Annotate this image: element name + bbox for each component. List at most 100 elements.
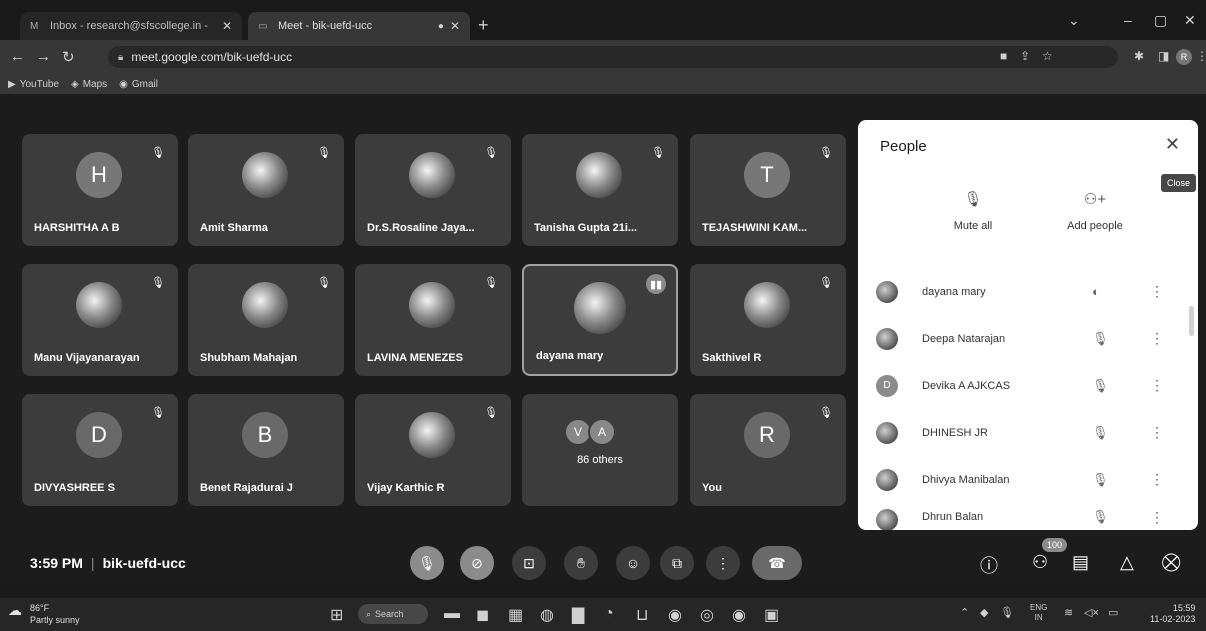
taskbar-search[interactable]: ⌕ Search [358, 604, 428, 624]
bookmark-maps[interactable]: ◈ Maps [71, 79, 107, 90]
more-options-button[interactable]: ⋮ [706, 546, 740, 580]
clock[interactable]: 15:59 11-02-2023 [1150, 603, 1195, 625]
participant-tile[interactable]: 🎙︎ Shubham Mahajan [188, 264, 344, 376]
address-bar[interactable]: 🔒︎ meet.google.com/bik-uefd-ucc [108, 46, 1118, 68]
chrome-active-icon[interactable]: ◉ [732, 605, 746, 625]
avatar [744, 282, 790, 328]
more-options-icon[interactable]: ⋮ [1150, 283, 1164, 300]
forward-icon[interactable]: → [36, 48, 51, 65]
self-tile[interactable]: 🎙︎ R You [690, 394, 846, 506]
close-icon[interactable]: ✕ [1165, 134, 1180, 155]
tray-app-icon[interactable]: ◆ [980, 606, 988, 619]
participant-tile[interactable]: 🎙︎ Vijay Karthic R [355, 394, 511, 506]
whatsapp-icon[interactable]: ◎ [700, 605, 714, 625]
participant-name: You [702, 482, 722, 494]
participant-tile[interactable]: B Benet Rajadurai J [188, 394, 344, 506]
avatar: R [744, 412, 790, 458]
chevron-up-icon[interactable]: ⌃ [960, 606, 969, 619]
task-view-icon[interactable]: ▬ [444, 605, 460, 623]
avatar: D [76, 412, 122, 458]
chat-icon[interactable]: ▤ [1072, 552, 1089, 573]
tab-search-icon[interactable]: ⌄ [1068, 12, 1080, 29]
extensions-icon[interactable]: ✱ [1134, 49, 1144, 63]
list-item[interactable]: DHINESH JR 🎙︎ ⋮ [858, 409, 1198, 456]
file-explorer-icon[interactable]: ▇ [572, 605, 584, 625]
weather-widget[interactable]: ☁ 86°F Partly sunny [8, 602, 80, 626]
avatar: T [744, 152, 790, 198]
others-tile[interactable]: V A 86 others [522, 394, 678, 506]
more-options-icon[interactable]: ⋮ [1150, 424, 1164, 441]
minimize-icon[interactable]: – [1124, 12, 1132, 28]
back-icon[interactable]: ← [10, 48, 25, 65]
others-avatars: V A [564, 418, 616, 446]
maximize-icon[interactable]: ▢ [1154, 12, 1167, 29]
battery-icon[interactable]: ▭ [1108, 606, 1118, 619]
start-icon[interactable]: ⊞ [330, 605, 343, 625]
close-window-icon[interactable]: ✕ [1184, 12, 1196, 29]
participant-tile[interactable]: 🎙︎ Tanisha Gupta 21i... [522, 134, 678, 246]
participant-name: Sakthivel R [702, 352, 762, 364]
clock-date: 11-02-2023 [1150, 614, 1196, 624]
speaking-indicator-icon: ◐ [1092, 284, 1100, 299]
app-icon[interactable]: ◔ [604, 605, 614, 623]
teams-icon[interactable]: ◼ [476, 605, 489, 625]
close-tab-icon[interactable]: ✕ [450, 19, 460, 33]
word-icon[interactable]: ▣ [764, 605, 779, 625]
list-item[interactable]: Deepa Natarajan 🎙︎ ⋮ [858, 315, 1198, 362]
language-indicator[interactable]: ENG IN [1030, 603, 1047, 623]
camera-icon[interactable]: ■ [1000, 49, 1007, 63]
participant-tile[interactable]: 🎙︎ Sakthivel R [690, 264, 846, 376]
list-item[interactable]: Dhivya Manibalan 🎙︎ ⋮ [858, 456, 1198, 503]
more-options-icon[interactable]: ⋮ [1150, 509, 1164, 526]
leave-call-button[interactable]: ☎ [752, 546, 802, 580]
cloud-icon: ☁ [8, 602, 22, 618]
calculator-icon[interactable]: ▦ [508, 605, 523, 625]
mic-toggle-button[interactable]: 🎙︎ [410, 546, 444, 580]
participant-tile[interactable]: 🎙︎ H HARSHITHA A B [22, 134, 178, 246]
more-options-icon[interactable]: ⋮ [1150, 377, 1164, 394]
volume-icon[interactable]: ◁× [1084, 606, 1099, 619]
participant-tile[interactable]: 🎙︎ Amit Sharma [188, 134, 344, 246]
store-icon[interactable]: ⊔ [636, 605, 648, 625]
raise-hand-button[interactable]: ✋︎ [564, 546, 598, 580]
tab-meet[interactable]: ▭ Meet - bik-uefd-ucc ● ✕ [248, 12, 470, 40]
participant-tile[interactable]: 🎙︎ Dr.S.Rosaline Jaya... [355, 134, 511, 246]
more-options-icon[interactable]: ⋮ [1150, 471, 1164, 488]
tab-gmail[interactable]: M Inbox - research@sfscollege.in - ✕ [20, 12, 242, 40]
mute-all-button[interactable]: 🎙︎ Mute all [918, 190, 1028, 232]
chrome-icon[interactable]: ◉ [668, 605, 682, 625]
add-people-button[interactable]: ⚇+ Add people [1040, 190, 1150, 232]
microphone-icon[interactable]: 🎙︎ [1000, 606, 1014, 619]
more-options-icon[interactable]: ⋮ [1150, 330, 1164, 347]
edge-icon[interactable]: ◍ [540, 605, 554, 625]
host-controls-icon[interactable]: ⛒ [1162, 552, 1180, 573]
list-item[interactable]: Dhrun Balan 🎙︎ ⋮ [858, 503, 1198, 530]
side-panel-icon[interactable]: ◨ [1158, 49, 1169, 63]
participant-tile[interactable]: 🎙︎ T TEJASHWINI KAM... [690, 134, 846, 246]
close-tab-icon[interactable]: ✕ [222, 19, 232, 33]
activities-icon[interactable]: △ [1120, 552, 1134, 573]
mic-off-icon: 🎙︎ [1092, 377, 1109, 393]
wifi-icon[interactable]: ≋ [1064, 606, 1073, 619]
meeting-details-icon[interactable]: ⓘ [980, 552, 998, 578]
maps-icon: ◈ [71, 78, 79, 90]
list-item[interactable]: dayana mary ◐ ⋮ [858, 268, 1198, 315]
menu-kebab-icon[interactable]: ⋮ [1196, 49, 1206, 63]
list-item[interactable]: D Devika A AJKCAS 🎙︎ ⋮ [858, 362, 1198, 409]
profile-avatar[interactable]: R [1176, 49, 1192, 65]
bookmark-youtube[interactable]: ▶ YouTube [8, 79, 59, 90]
people-icon[interactable]: ⚇ [1032, 552, 1048, 573]
share-icon[interactable]: ⇪ [1020, 49, 1030, 63]
participant-tile[interactable]: 🎙︎ D DIVYASHREE S [22, 394, 178, 506]
present-button[interactable]: ⧉ [660, 546, 694, 580]
star-icon[interactable]: ☆ [1042, 49, 1053, 63]
participant-tile[interactable]: 🎙︎ Manu Vijayanarayan [22, 264, 178, 376]
camera-toggle-button[interactable]: ⊘ [460, 546, 494, 580]
reactions-button[interactable]: ☺ [616, 546, 650, 580]
participant-tile-speaking[interactable]: ▮▮ dayana mary [522, 264, 678, 376]
bookmark-gmail[interactable]: ◉ Gmail [119, 79, 158, 90]
captions-button[interactable]: ⊡ [512, 546, 546, 580]
new-tab-button[interactable]: + [478, 15, 489, 36]
reload-icon[interactable]: ↻ [62, 48, 75, 66]
participant-tile[interactable]: 🎙︎ LAVINA MENEZES [355, 264, 511, 376]
